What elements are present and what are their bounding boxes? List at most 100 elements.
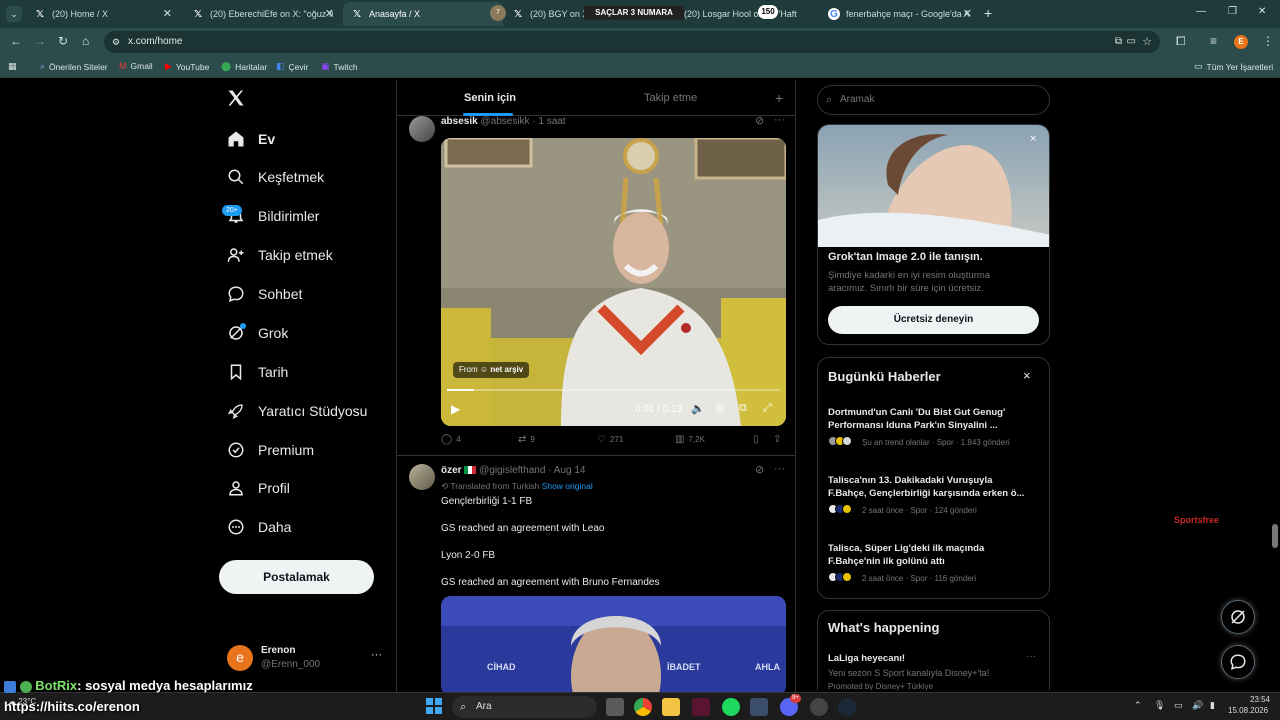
taskbar-time[interactable]: 23:54: [1236, 695, 1270, 704]
taskbar-search-input[interactable]: ⌕ Ara: [452, 696, 597, 718]
new-tab-button[interactable]: +: [984, 5, 992, 21]
trend-title[interactable]: LaLiga heyecanı!: [828, 653, 905, 664]
try-free-button[interactable]: Ücretsiz deneyin: [828, 306, 1039, 334]
tab-4[interactable]: (20) Losgar Hool on X: "Haft: [676, 2, 816, 26]
url-input[interactable]: ⚙ x.com/home ⧉ ▭ ☆: [104, 31, 1160, 53]
fullscreen-icon[interactable]: ⤢: [763, 402, 772, 415]
sidebar-item-premium[interactable]: Premium: [226, 435, 314, 465]
app-icon[interactable]: [750, 698, 768, 716]
grok-float-button[interactable]: [1221, 600, 1255, 634]
grok-icon[interactable]: ⊘: [755, 463, 764, 476]
x-logo-icon[interactable]: [226, 88, 248, 110]
minimize-button[interactable]: —: [1196, 6, 1206, 17]
sidebar-item-home[interactable]: Ev: [226, 124, 275, 154]
app-icon[interactable]: [810, 698, 828, 716]
sidebar-item-grok[interactable]: Grok: [226, 318, 288, 348]
bookmark-youtube[interactable]: ▶ YouTube: [165, 61, 209, 72]
reload-icon[interactable]: ↻: [58, 34, 68, 48]
bookmark-translate[interactable]: ◧ Çevir: [276, 61, 308, 72]
volume-icon[interactable]: 🔈: [691, 402, 705, 415]
tweet-time[interactable]: · 1 saat: [532, 116, 565, 127]
chrome-icon[interactable]: [634, 698, 652, 716]
share-button[interactable]: ⇪: [773, 434, 785, 445]
speaker-icon[interactable]: 🔊: [1192, 700, 1203, 711]
more-icon[interactable]: ···: [371, 649, 382, 661]
sidebar-item-explore[interactable]: Keşfetmek: [226, 162, 324, 192]
translate-icon[interactable]: ⧉: [1115, 31, 1122, 53]
news-item[interactable]: Talisca, Süper Lig'deki ilk maçında F.Ba…: [828, 542, 1040, 584]
views-button[interactable]: ▥ 7,2K: [675, 434, 705, 445]
tweet-handle[interactable]: @absesikk: [480, 116, 529, 127]
windows-start-icon[interactable]: [426, 698, 442, 714]
page-scrollbar[interactable]: [1272, 524, 1278, 548]
tweet-author[interactable]: absesik: [441, 116, 478, 127]
bookmark-suggested[interactable]: ⌕ Önerilen Siteler: [40, 61, 108, 72]
close-icon[interactable]: ×: [1023, 368, 1031, 383]
window-close-button[interactable]: ✕: [1258, 6, 1266, 17]
microphone-icon[interactable]: 🎙: [1154, 700, 1165, 711]
sidebar-item-follow[interactable]: Takip etmek: [226, 240, 333, 270]
tweet-handle[interactable]: @gigislefthand: [479, 465, 545, 476]
bookmark-twitch[interactable]: ▣ Twitch: [321, 61, 358, 72]
tab-2-active[interactable]: 𝕏 Anasayfa / X: [343, 2, 503, 26]
network-icon[interactable]: ▭: [1174, 700, 1183, 711]
close-icon[interactable]: ✕: [163, 7, 172, 20]
sidebar-item-more[interactable]: Daha: [226, 512, 291, 542]
reply-button[interactable]: ◯ 4: [441, 434, 461, 445]
post-button[interactable]: Postalamak: [219, 560, 374, 594]
spotify-icon[interactable]: [722, 698, 740, 716]
cast-icon[interactable]: ▭: [1127, 31, 1136, 53]
news-item[interactable]: Talisca'nın 13. Dakikadaki Vuruşuyla F.B…: [828, 474, 1040, 516]
messages-float-button[interactable]: [1221, 645, 1255, 679]
sidebar-item-profile[interactable]: Profil: [226, 473, 290, 503]
video-progress-track[interactable]: [447, 389, 780, 391]
avatar[interactable]: [409, 116, 435, 142]
restore-button[interactable]: ❐: [1228, 6, 1237, 17]
task-view-icon[interactable]: [606, 698, 624, 716]
more-icon[interactable]: ···: [774, 463, 785, 475]
pip-icon[interactable]: ⧉: [739, 402, 747, 415]
sidebar-item-bookmarks[interactable]: Tarih: [226, 357, 288, 387]
back-arrow-icon[interactable]: ←: [10, 34, 22, 48]
close-icon[interactable]: ✕: [325, 7, 334, 20]
account-switcher[interactable]: e Erenon @Erenn_000 ···: [226, 644, 386, 676]
video-source-label[interactable]: From ☺ net arşiv: [453, 362, 530, 378]
tab-search-list-icon[interactable]: ≡: [1210, 34, 1217, 48]
steam-icon[interactable]: [838, 698, 856, 716]
sidebar-item-chat[interactable]: Sohbet: [226, 279, 302, 309]
tray-chevron-icon[interactable]: ⌃: [1134, 700, 1142, 711]
tab-5[interactable]: G fenerbahçe maçı - Google'da A ✕: [820, 2, 978, 26]
sidebar-item-creator-studio[interactable]: Yaratıcı Stüdyosu: [226, 396, 367, 426]
bookmark-button[interactable]: ▯: [753, 434, 763, 445]
apps-grid-icon[interactable]: ▦: [8, 61, 21, 72]
bookmark-star-icon[interactable]: ☆: [1142, 31, 1152, 53]
tab-for-you[interactable]: Senin için: [464, 92, 516, 104]
add-feed-icon[interactable]: +: [775, 90, 783, 106]
show-original-link[interactable]: Show original: [542, 481, 593, 491]
tab-search-icon[interactable]: ⌄: [6, 6, 22, 22]
bookmark-gmail[interactable]: M Gmail: [119, 61, 153, 71]
close-icon[interactable]: ✕: [963, 7, 972, 20]
more-icon[interactable]: ···: [1026, 651, 1036, 662]
avatar[interactable]: [409, 464, 435, 490]
close-icon[interactable]: ×: [1030, 133, 1036, 145]
home-button-icon[interactable]: ⌂: [82, 34, 89, 48]
tweet-time[interactable]: · Aug 14: [548, 465, 585, 476]
file-explorer-icon[interactable]: [662, 698, 680, 716]
tab-1[interactable]: 𝕏 (20) EberechiEfe on X: "oğuz fi ✕: [184, 2, 340, 26]
tweet-image[interactable]: CİHAD İBADET AHLA: [441, 596, 786, 692]
forward-arrow-icon[interactable]: →: [34, 34, 46, 48]
battery-icon[interactable]: ▮: [1210, 700, 1215, 711]
play-icon[interactable]: ▶: [451, 402, 460, 416]
app-icon[interactable]: [692, 698, 710, 716]
all-bookmarks[interactable]: ▭ Tüm Yer İşaretleri: [1194, 61, 1273, 72]
tab-0[interactable]: 𝕏 (20) Home / X ✕: [26, 2, 178, 26]
repost-button[interactable]: ⇄ 9: [518, 434, 535, 445]
profile-avatar[interactable]: E: [1234, 35, 1248, 49]
menu-kebab-icon[interactable]: ⋮: [1262, 34, 1274, 48]
tweet-author[interactable]: özer: [441, 465, 462, 476]
site-info-icon[interactable]: ⚙: [112, 31, 120, 53]
like-button[interactable]: ♡ 271: [597, 434, 623, 445]
tweet-video[interactable]: From ☺ net arşiv ▶ 0:01 / 0:13 🔈 ⚙ ⧉ ⤢: [441, 138, 786, 426]
news-item[interactable]: Dortmund'un Canlı 'Du Bist Gut Genug' Pe…: [828, 406, 1040, 448]
